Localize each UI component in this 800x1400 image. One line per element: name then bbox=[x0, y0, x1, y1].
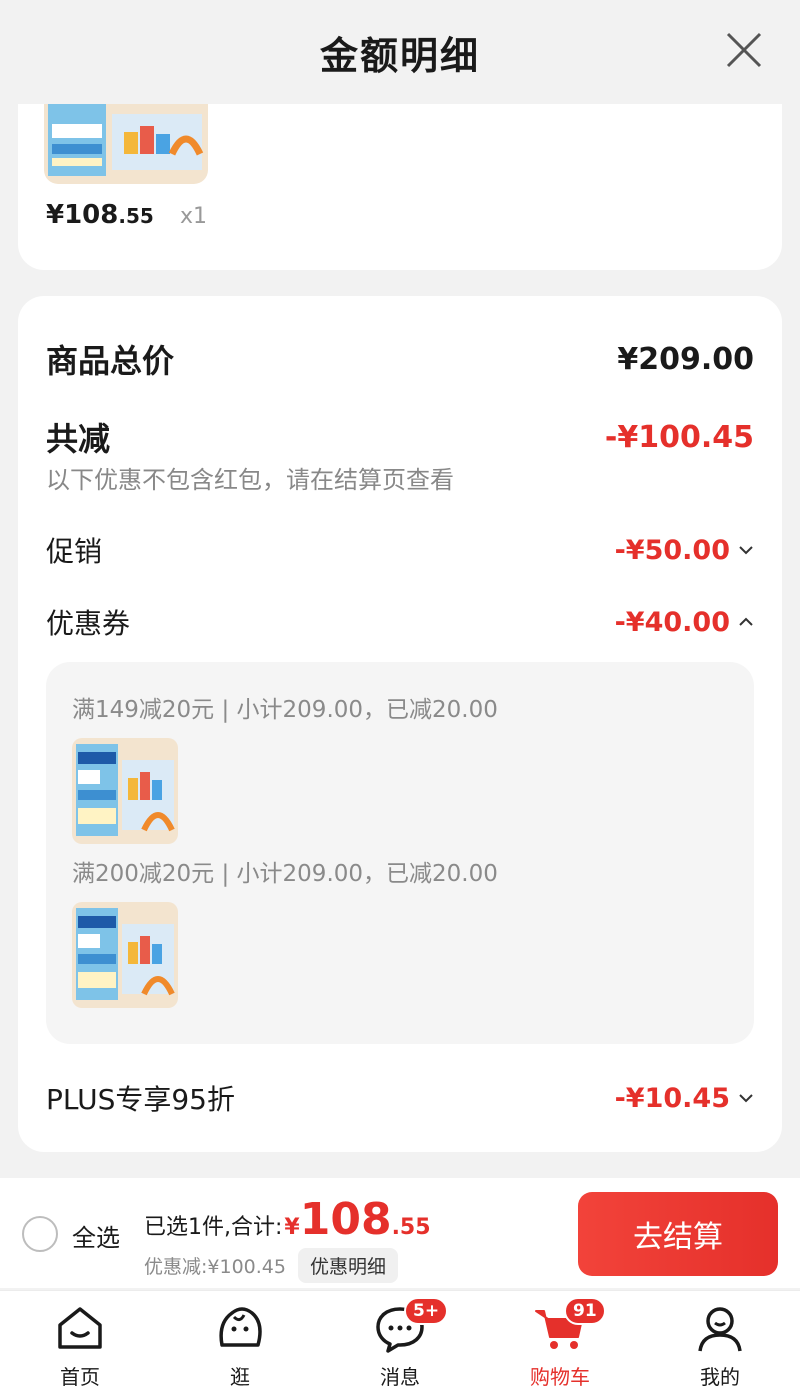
message-icon: 5+ bbox=[374, 1297, 449, 1353]
message-badge: 5+ bbox=[404, 1297, 449, 1325]
tab-home[interactable]: 首页 bbox=[20, 1291, 140, 1400]
discount-text: 优惠减:¥100.45 bbox=[144, 1256, 286, 1278]
tab-label: 首页 bbox=[60, 1365, 100, 1389]
promotion-value: -¥50.00 bbox=[614, 534, 730, 566]
total-price-value: ¥209.00 bbox=[617, 341, 754, 377]
total-price-label: 商品总价 bbox=[46, 342, 175, 380]
close-icon[interactable] bbox=[724, 30, 764, 70]
product-card: ¥108.55 x1 bbox=[18, 104, 782, 270]
coupon-value: -¥40.00 bbox=[614, 606, 730, 638]
modal-header: 金额明细 bbox=[0, 0, 800, 104]
coupon-row[interactable]: 优惠券 -¥40.00 bbox=[46, 602, 754, 642]
selected-count-text: 已选1件,合计: bbox=[144, 1215, 283, 1240]
chevron-down-icon[interactable] bbox=[738, 1090, 754, 1106]
total-price-row: 商品总价 ¥209.00 bbox=[46, 336, 754, 382]
product-price: ¥108.55 bbox=[46, 200, 154, 230]
coupon-product-thumbnail[interactable] bbox=[72, 902, 178, 1008]
cart-icon: 91 bbox=[534, 1297, 606, 1353]
tab-label: 逛 bbox=[230, 1365, 250, 1389]
total-reduction-value: -¥100.45 bbox=[604, 419, 754, 455]
select-all-label[interactable]: 全选 bbox=[72, 1218, 120, 1253]
page-title: 金额明细 bbox=[319, 33, 480, 78]
tab-label: 购物车 bbox=[530, 1365, 590, 1389]
reduction-note: 以下优惠不包含红包，请在结算页查看 bbox=[46, 466, 454, 494]
tab-browse[interactable]: 逛 bbox=[180, 1291, 300, 1400]
coupon-detail-line: 满149减20元 | 小计209.00，已减20.00 bbox=[72, 697, 498, 723]
tab-profile[interactable]: 我的 bbox=[660, 1291, 780, 1400]
tab-cart[interactable]: 91 购物车 bbox=[500, 1291, 620, 1400]
discount-detail-button[interactable]: 优惠明细 bbox=[297, 1248, 398, 1283]
checkout-button[interactable]: 去结算 bbox=[578, 1192, 778, 1276]
home-icon bbox=[54, 1303, 106, 1353]
total-currency: ¥ bbox=[284, 1215, 300, 1240]
total-reduction-row: 共减 -¥100.45 bbox=[46, 414, 754, 460]
plus-discount-value: -¥10.45 bbox=[614, 1082, 730, 1114]
selected-summary: 已选1件,合计: ¥ 108 .55 bbox=[144, 1194, 431, 1245]
browse-icon bbox=[214, 1303, 266, 1353]
tab-messages[interactable]: 5+ 消息 bbox=[340, 1291, 460, 1400]
tab-label: 我的 bbox=[700, 1365, 740, 1389]
plus-discount-label: PLUS专享95折 bbox=[46, 1083, 235, 1116]
discount-summary: 优惠减:¥100.45 优惠明细 bbox=[144, 1248, 398, 1283]
profile-icon bbox=[694, 1303, 746, 1353]
product-quantity: x1 bbox=[180, 204, 208, 229]
product-thumbnail[interactable] bbox=[44, 104, 208, 184]
promotion-row[interactable]: 促销 -¥50.00 bbox=[46, 530, 754, 570]
price-summary-card: 商品总价 ¥209.00 共减 -¥100.45 以下优惠不包含红包，请在结算页… bbox=[18, 296, 782, 1152]
total-reduction-label: 共减 bbox=[46, 420, 111, 458]
select-all-checkbox[interactable] bbox=[22, 1216, 58, 1252]
promotion-label: 促销 bbox=[46, 535, 103, 568]
coupon-product-thumbnail[interactable] bbox=[72, 738, 178, 844]
coupon-detail-panel: 满149减20元 | 小计209.00，已减20.00 满200减20元 | 小… bbox=[46, 662, 754, 1044]
chevron-down-icon[interactable] bbox=[738, 542, 754, 558]
checkout-bar: 全选 已选1件,合计: ¥ 108 .55 优惠减:¥100.45 优惠明细 去… bbox=[0, 1178, 800, 1288]
tab-label: 消息 bbox=[380, 1365, 420, 1389]
cart-badge: 91 bbox=[564, 1297, 606, 1325]
coupon-label: 优惠券 bbox=[46, 607, 131, 640]
total-amount-decimal: .55 bbox=[391, 1215, 431, 1240]
coupon-detail-line: 满200减20元 | 小计209.00，已减20.00 bbox=[72, 861, 498, 887]
chevron-up-icon[interactable] bbox=[738, 614, 754, 630]
plus-discount-row[interactable]: PLUS专享95折 -¥10.45 bbox=[46, 1078, 754, 1118]
bottom-tab-bar: 首页 逛 5+ 消息 91 购物车 我的 bbox=[0, 1290, 800, 1400]
total-amount-integer: 108 bbox=[299, 1194, 392, 1245]
